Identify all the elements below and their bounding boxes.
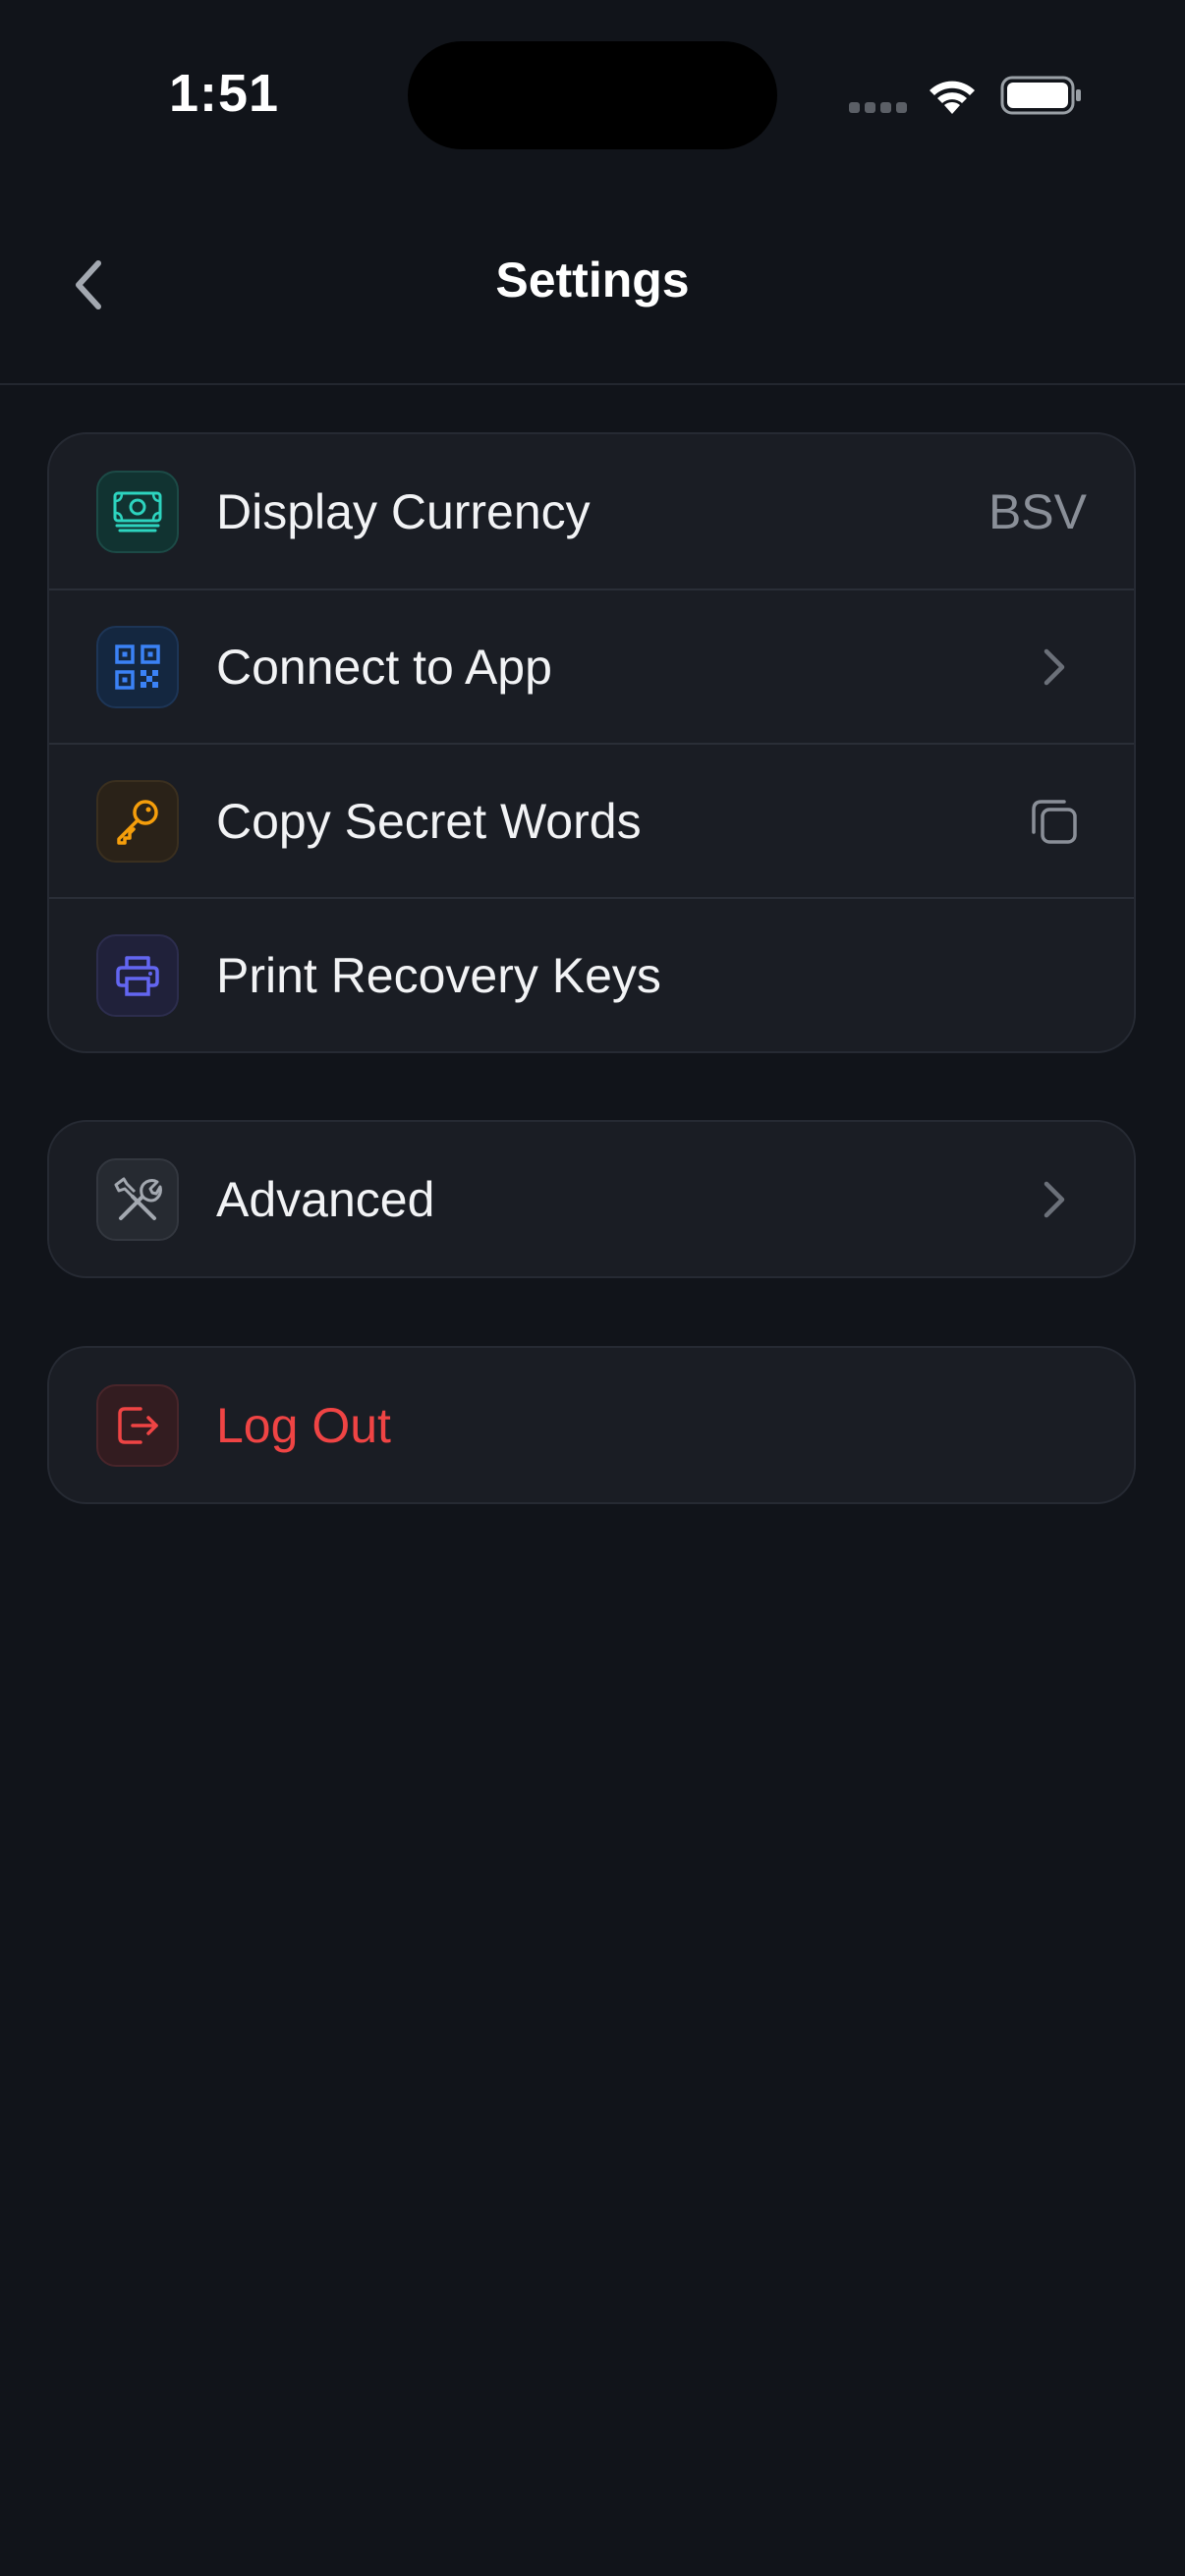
- tools-icon: [96, 1157, 179, 1241]
- print-recovery-keys-label: Print Recovery Keys: [216, 947, 661, 1003]
- log-out-row[interactable]: Log Out: [49, 1348, 1134, 1502]
- display-currency-value: BSV: [988, 483, 1087, 539]
- settings-group-main: Display Currency BSV Connect to App Copy…: [47, 432, 1136, 1053]
- status-bar: 1:51: [0, 0, 1185, 187]
- logout-icon: [96, 1383, 179, 1467]
- advanced-row[interactable]: Advanced: [49, 1122, 1134, 1276]
- advanced-label: Advanced: [216, 1171, 435, 1227]
- chevron-right-icon: [1030, 643, 1079, 692]
- print-recovery-keys-row[interactable]: Print Recovery Keys: [49, 897, 1134, 1051]
- connect-to-app-label: Connect to App: [216, 639, 552, 695]
- key-icon: [96, 779, 179, 863]
- status-time: 1:51: [169, 64, 280, 123]
- dynamic-island: [408, 41, 777, 149]
- settings-group-advanced: Advanced: [47, 1120, 1136, 1278]
- navigation-bar: Settings: [0, 187, 1185, 385]
- printer-icon: [96, 933, 179, 1017]
- page-title: Settings: [495, 252, 690, 308]
- qr-code-icon: [96, 625, 179, 708]
- display-currency-label: Display Currency: [216, 483, 591, 539]
- settings-group-logout: Log Out: [47, 1346, 1136, 1504]
- battery-icon: [1000, 76, 1081, 115]
- log-out-label: Log Out: [216, 1397, 391, 1453]
- wifi-icon: [930, 81, 975, 114]
- copy-secret-words-row[interactable]: Copy Secret Words: [49, 743, 1134, 897]
- display-currency-row[interactable]: Display Currency BSV: [49, 434, 1134, 588]
- cellular-signal-icon: [849, 102, 908, 116]
- connect-to-app-row[interactable]: Connect to App: [49, 588, 1134, 743]
- copy-secret-words-label: Copy Secret Words: [216, 793, 642, 849]
- copy-icon[interactable]: [1030, 797, 1079, 846]
- chevron-right-icon: [1030, 1175, 1079, 1224]
- money-icon: [96, 470, 179, 553]
